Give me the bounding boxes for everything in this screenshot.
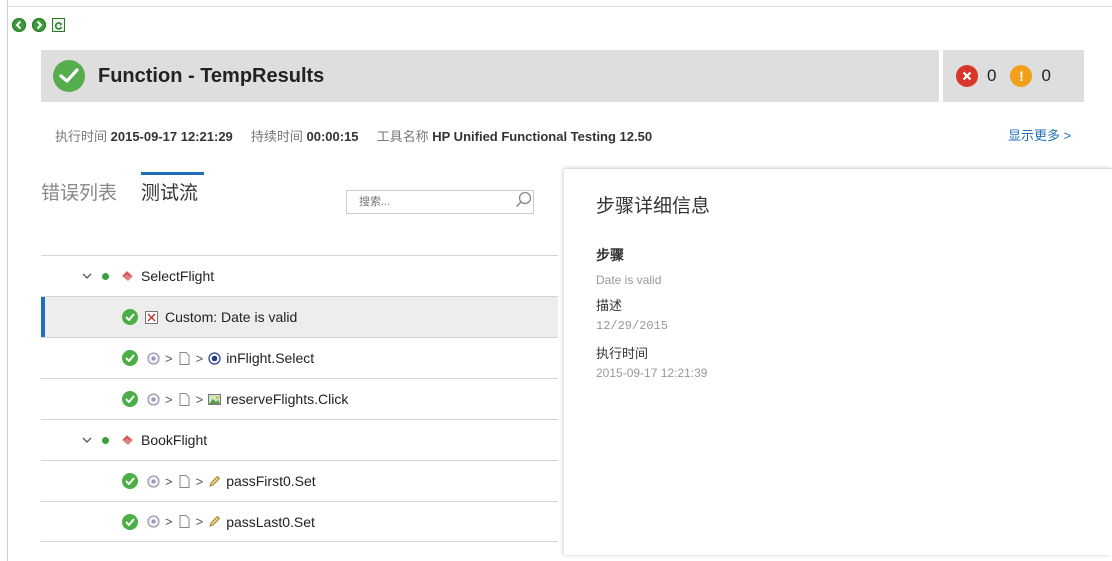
path-separator: > [195, 391, 204, 407]
status-dot-icon [102, 436, 109, 444]
tree-row-step[interactable]: > > passLast0 .Set [41, 501, 558, 542]
description-label: 描述 [596, 298, 623, 313]
chevron-down-icon[interactable] [82, 435, 92, 445]
page-icon [179, 351, 190, 365]
duration-label: 持续时间 [250, 129, 303, 144]
window-border-left [7, 0, 8, 561]
path-separator: > [195, 473, 204, 489]
exec-time-detail-label: 执行时间 [596, 346, 649, 361]
details-title: 步骤详细信息 [596, 196, 711, 217]
exec-time-detail-value: 2015-09-17 12:21:39 [596, 366, 708, 380]
view-tabs: 错误列表 测试流 [41, 172, 222, 209]
run-metadata: 执行时间 2015-09-17 12:21:29 持续时间 00:00:15 工… [55, 126, 652, 145]
edit-icon [209, 475, 221, 487]
tab-test-flow-label: 测试流 [141, 183, 199, 204]
browser-icon [147, 515, 160, 528]
browser-icon [147, 475, 160, 487]
step-details-panel: 步骤详细信息 步骤 Date is valid 描述 12/29/2015 执行… [564, 168, 1112, 555]
action-icon [122, 435, 133, 445]
step-value: Date is valid [596, 273, 662, 287]
tree-row-step[interactable]: > > reserveFlights .Click [41, 378, 558, 419]
tree-group-bookflight[interactable]: BookFlight [41, 419, 558, 460]
edit-icon [209, 515, 221, 527]
report-title: Function - TempResults [98, 64, 325, 87]
step-method: .Set [290, 513, 315, 530]
exec-time-label: 执行时间 [55, 129, 108, 144]
browser-icon [147, 352, 160, 364]
error-count: 0 [987, 66, 997, 85]
active-tab-indicator [141, 172, 205, 175]
warning-count: 0 [1041, 66, 1051, 85]
page-icon [179, 474, 190, 488]
step-label: 步骤 [596, 247, 624, 263]
step-object: passLast0 [226, 513, 291, 530]
radio-icon [208, 351, 221, 365]
refresh-icon[interactable] [52, 18, 65, 32]
status-dot-icon [102, 272, 109, 280]
pass-check-icon [122, 513, 138, 530]
step-method: .Select [271, 350, 315, 366]
checkpoint-icon [145, 310, 158, 324]
tree-row-custom-check[interactable]: Custom: Date is valid [41, 296, 558, 338]
test-flow-tree: SelectFlight Custom: Date is valid > > i… [41, 255, 558, 542]
step-method: .Set [290, 473, 316, 489]
tool-label: 工具名称 [376, 129, 429, 144]
chevron-down-icon[interactable] [82, 271, 92, 281]
duration-value: 00:00:15 [306, 129, 359, 144]
path-separator: > [195, 350, 204, 366]
path-separator: > [165, 514, 173, 529]
tree-group-label: SelectFlight [141, 268, 215, 284]
step-object: reserveFlights [226, 391, 315, 407]
tree-row-label: Custom: Date is valid [165, 309, 298, 325]
search-box [346, 190, 534, 214]
show-more-link[interactable]: 显示更多 > [1008, 125, 1071, 144]
forward-icon[interactable] [32, 18, 46, 32]
path-separator: > [195, 514, 204, 529]
tab-error-list[interactable]: 错误列表 [41, 178, 117, 209]
path-separator: > [165, 391, 173, 407]
description-value: 12/29/2015 [596, 319, 669, 333]
action-icon [122, 271, 133, 281]
pass-check-icon [122, 350, 138, 366]
passed-check-icon [53, 60, 85, 92]
page-icon [179, 515, 190, 528]
step-object: inFlight [226, 350, 272, 366]
exec-time-value: 2015-09-17 12:21:29 [110, 129, 233, 144]
tree-row-step[interactable]: > > inFlight .Select [41, 337, 558, 378]
step-object: passFirst0 [226, 473, 291, 489]
report-banner: Function - TempResults [41, 50, 939, 102]
search-input[interactable] [357, 195, 501, 209]
image-icon [208, 393, 222, 405]
browser-nav [12, 15, 65, 35]
pass-check-icon [122, 309, 138, 325]
selected-row-indicator [41, 297, 45, 338]
tree-group-selectflight[interactable]: SelectFlight [41, 255, 558, 296]
result-counts: 0 ! 0 [943, 50, 1084, 102]
tree-group-label: BookFlight [141, 432, 208, 448]
path-separator: > [165, 350, 173, 366]
error-x-icon [956, 65, 978, 87]
tab-error-list-label: 错误列表 [41, 183, 118, 204]
page-icon [179, 392, 190, 406]
tree-row-step[interactable]: > > passFirst0 .Set [41, 460, 558, 501]
window-border-top [7, 6, 1112, 7]
step-method: .Click [314, 391, 349, 407]
pass-check-icon [122, 391, 138, 407]
path-separator: > [165, 473, 173, 489]
warning-exclamation-icon: ! [1010, 65, 1033, 87]
pass-check-icon [122, 473, 138, 489]
tab-test-flow[interactable]: 测试流 [141, 172, 205, 209]
tool-value: HP Unified Functional Testing 12.50 [432, 129, 653, 144]
back-icon[interactable] [12, 18, 26, 32]
search-icon[interactable] [515, 191, 532, 213]
browser-icon [147, 393, 160, 405]
